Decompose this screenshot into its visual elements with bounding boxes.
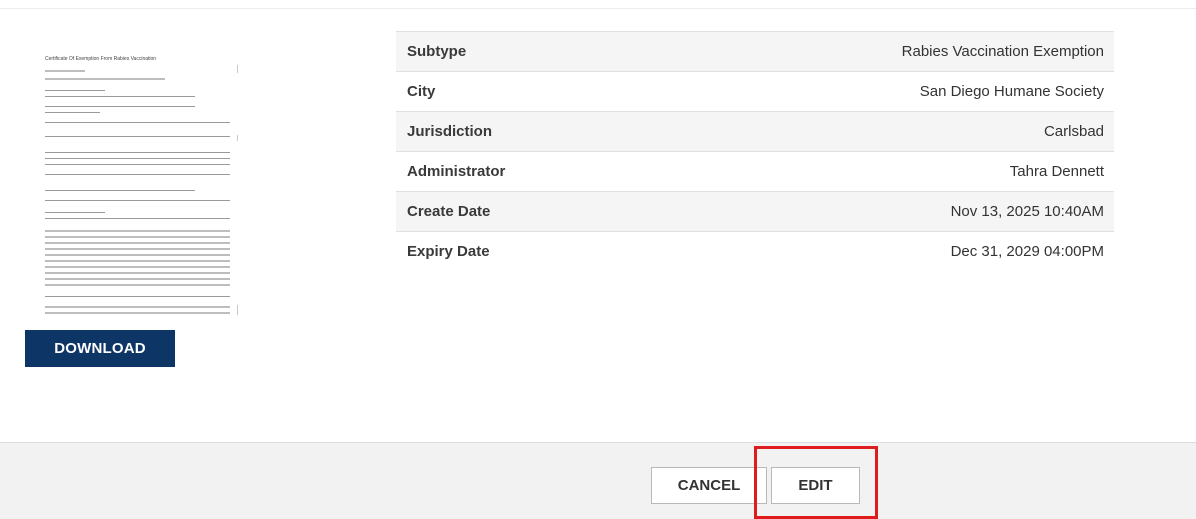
document-text-line	[45, 200, 230, 201]
detail-label: Subtype	[407, 43, 467, 60]
document-edge-mark	[237, 65, 238, 73]
document-edge-mark	[237, 135, 238, 141]
detail-label: City	[407, 83, 436, 100]
detail-label: Expiry Date	[407, 243, 490, 260]
document-text-line	[45, 122, 230, 123]
detail-row-create-date: Create Date Nov 13, 2025 10:40AM	[396, 191, 1114, 231]
detail-row-city: City San Diego Humane Society	[396, 71, 1114, 111]
document-text-line	[45, 272, 230, 274]
document-text-line	[45, 230, 230, 232]
document-text-line	[45, 254, 230, 256]
detail-label: Create Date	[407, 203, 491, 220]
document-text-line	[45, 70, 85, 72]
footer-action-bar	[0, 442, 1196, 519]
detail-label: Jurisdiction	[407, 123, 493, 140]
document-text-line	[45, 296, 230, 297]
document-text-line	[45, 260, 230, 262]
document-text-line	[45, 152, 230, 153]
document-thumbnail[interactable]: Certificate Of Exemption From Rabies Vac…	[25, 40, 240, 315]
document-text-line	[45, 190, 195, 191]
document-text-line	[45, 78, 165, 80]
document-text-line	[45, 242, 230, 244]
details-table: Subtype Rabies Vaccination Exemption Cit…	[396, 31, 1114, 271]
download-button[interactable]: DOWNLOAD	[25, 330, 175, 367]
document-text-line	[45, 174, 230, 175]
detail-row-jurisdiction: Jurisdiction Carlsbad	[396, 111, 1114, 151]
document-text-line	[45, 306, 230, 308]
document-text-line	[45, 136, 230, 137]
document-edge-mark	[237, 305, 238, 315]
document-text-line	[45, 96, 195, 97]
edit-button[interactable]: EDIT	[771, 467, 860, 504]
detail-row-expiry-date: Expiry Date Dec 31, 2029 04:00PM	[396, 231, 1114, 271]
document-text-line	[45, 112, 100, 113]
document-text-line	[45, 312, 230, 314]
detail-value: Dec 31, 2029 04:00PM	[950, 243, 1104, 260]
top-divider	[0, 8, 1196, 9]
detail-value: Tahra Dennett	[1009, 163, 1104, 180]
detail-label: Administrator	[407, 163, 506, 180]
document-text-line	[45, 164, 230, 165]
cancel-button[interactable]: CANCEL	[651, 467, 767, 504]
document-text-line	[45, 90, 100, 91]
document-text-line	[45, 266, 230, 268]
detail-value: San Diego Humane Society	[919, 83, 1104, 100]
document-text-line	[45, 284, 230, 286]
detail-row-subtype: Subtype Rabies Vaccination Exemption	[396, 31, 1114, 71]
detail-row-administrator: Administrator Tahra Dennett	[396, 151, 1114, 191]
document-text-line	[45, 106, 195, 107]
document-text-line	[45, 236, 230, 238]
page: Certificate Of Exemption From Rabies Vac…	[0, 0, 1196, 519]
document-text-line	[45, 218, 230, 219]
detail-value: Nov 13, 2025 10:40AM	[950, 203, 1104, 220]
detail-value: Carlsbad	[1043, 123, 1104, 140]
document-text-line	[45, 158, 230, 159]
document-text-line	[45, 278, 230, 280]
detail-value: Rabies Vaccination Exemption	[901, 43, 1104, 60]
document-text-line	[45, 212, 105, 213]
document-title: Certificate Of Exemption From Rabies Vac…	[45, 56, 157, 62]
document-text-line	[45, 248, 230, 250]
